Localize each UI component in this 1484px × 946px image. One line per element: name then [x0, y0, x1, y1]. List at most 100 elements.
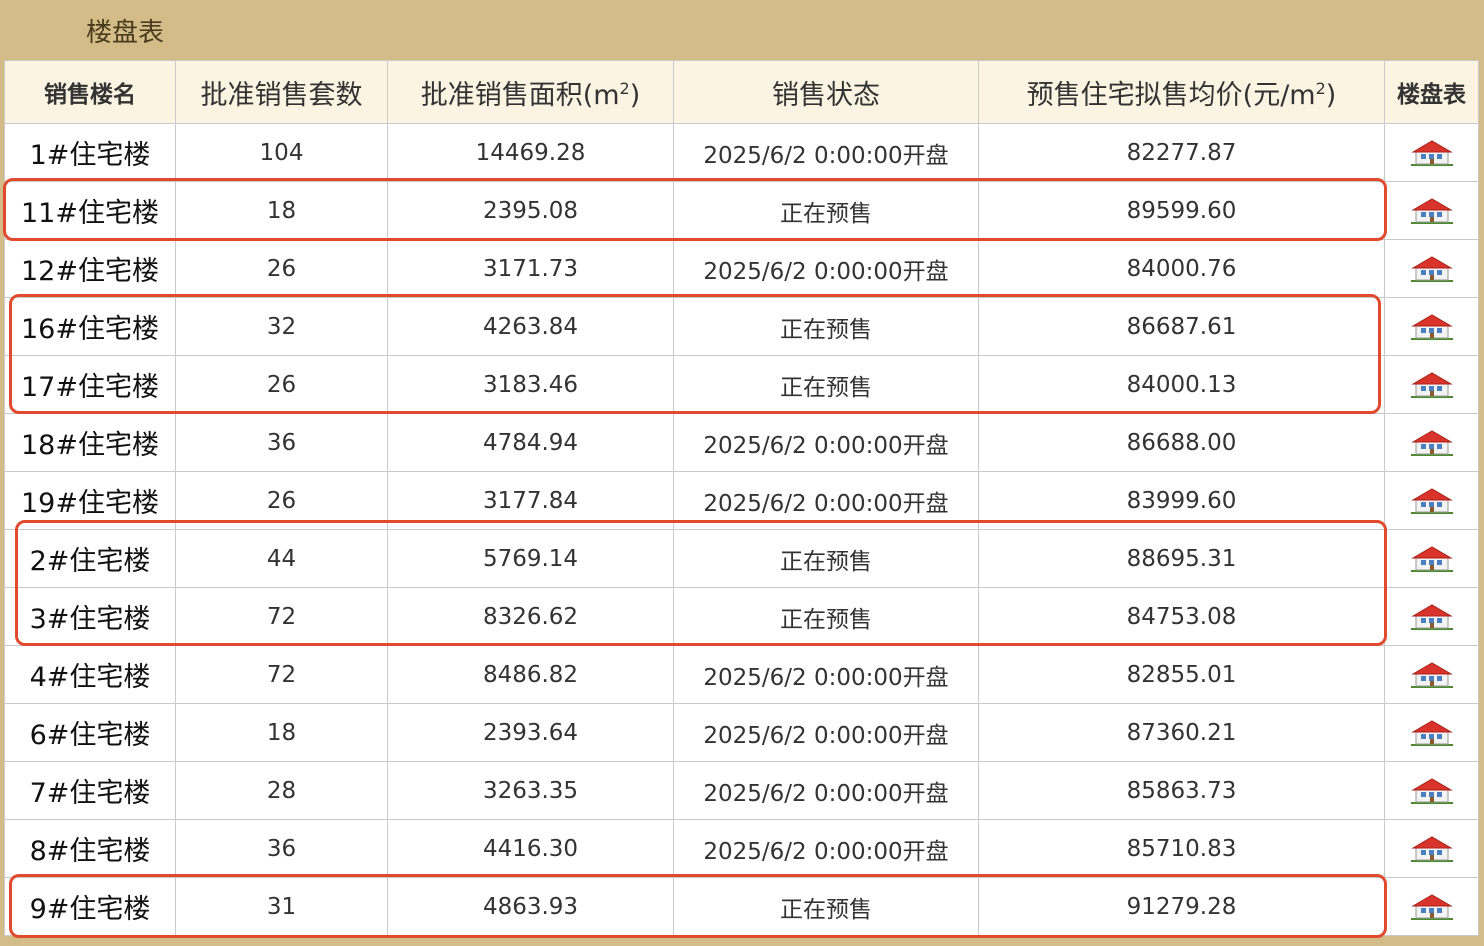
house-icon[interactable] — [1410, 487, 1454, 515]
col-header-price-sup: 2 — [1315, 78, 1326, 98]
house-icon[interactable] — [1410, 545, 1454, 573]
cell-status: 2025/6/2 0:00:00开盘 — [673, 761, 979, 820]
table-row: 3#住宅楼 72 8326.62 正在预售 84753.08 — [4, 587, 1479, 646]
cell-area: 4416.30 — [387, 819, 674, 878]
cell-area: 3263.35 — [387, 761, 674, 820]
cell-price: 84000.76 — [978, 239, 1385, 298]
cell-units: 26 — [175, 471, 388, 530]
cell-price: 82855.01 — [978, 645, 1385, 704]
cell-units: 44 — [175, 529, 388, 588]
cell-status: 正在预售 — [673, 297, 979, 356]
cell-building-name: 12#住宅楼 — [4, 239, 176, 298]
cell-price: 85710.83 — [978, 819, 1385, 878]
cell-price: 88695.31 — [978, 529, 1385, 588]
cell-area: 2395.08 — [387, 181, 674, 240]
house-icon[interactable] — [1410, 371, 1454, 399]
cell-price: 86687.61 — [978, 297, 1385, 356]
cell-building-name: 8#住宅楼 — [4, 819, 176, 878]
house-icon[interactable] — [1410, 255, 1454, 283]
col-header-price-text: 预售住宅拟售均价(元/m — [1026, 79, 1316, 111]
cell-price: 84000.13 — [978, 355, 1385, 414]
cell-floorplan-link[interactable] — [1384, 645, 1479, 704]
house-icon[interactable] — [1410, 139, 1454, 167]
table-row: 16#住宅楼 32 4263.84 正在预售 86687.61 — [4, 297, 1479, 356]
cell-floorplan-link[interactable] — [1384, 703, 1479, 762]
cell-status: 正在预售 — [673, 587, 979, 646]
cell-floorplan-link[interactable] — [1384, 355, 1479, 414]
house-icon[interactable] — [1410, 893, 1454, 921]
cell-floorplan-link[interactable] — [1384, 761, 1479, 820]
cell-status: 2025/6/2 0:00:00开盘 — [673, 703, 979, 762]
house-icon[interactable] — [1410, 429, 1454, 457]
cell-area: 2393.64 — [387, 703, 674, 762]
cell-floorplan-link[interactable] — [1384, 587, 1479, 646]
house-icon[interactable] — [1410, 719, 1454, 747]
cell-area: 3183.46 — [387, 355, 674, 414]
house-icon[interactable] — [1410, 197, 1454, 225]
house-icon[interactable] — [1410, 661, 1454, 689]
cell-floorplan-link[interactable] — [1384, 471, 1479, 530]
cell-status: 2025/6/2 0:00:00开盘 — [673, 819, 979, 878]
cell-status: 正在预售 — [673, 181, 979, 240]
cell-area: 3171.73 — [387, 239, 674, 298]
cell-area: 4784.94 — [387, 413, 674, 472]
col-header-floorplan: 楼盘表 — [1384, 60, 1479, 124]
cell-price: 86688.00 — [978, 413, 1385, 472]
cell-floorplan-link[interactable] — [1384, 181, 1479, 240]
house-icon[interactable] — [1410, 777, 1454, 805]
cell-price: 84753.08 — [978, 587, 1385, 646]
cell-area: 5769.14 — [387, 529, 674, 588]
cell-units: 26 — [175, 355, 388, 414]
col-header-units: 批准销售套数 — [175, 60, 388, 124]
col-header-area-close: ) — [629, 79, 641, 111]
cell-price: 87360.21 — [978, 703, 1385, 762]
table-row: 8#住宅楼 36 4416.30 2025/6/2 0:00:00开盘 85710.83 — [4, 819, 1479, 878]
table-row: 2#住宅楼 44 5769.14 正在预售 88695.31 — [4, 529, 1479, 588]
house-icon[interactable] — [1410, 313, 1454, 341]
cell-units: 36 — [175, 413, 388, 472]
table-row: 12#住宅楼 26 3171.73 2025/6/2 0:00:00开盘 84000.7… — [4, 239, 1479, 298]
table-row: 1#住宅楼 104 14469.28 2025/6/2 0:00:00开盘 82277.… — [4, 123, 1479, 182]
col-header-area: 批准销售面积(m2) — [387, 60, 674, 124]
house-icon[interactable] — [1410, 603, 1454, 631]
cell-area: 8486.82 — [387, 645, 674, 704]
cell-status: 2025/6/2 0:00:00开盘 — [673, 645, 979, 704]
cell-status: 2025/6/2 0:00:00开盘 — [673, 239, 979, 298]
table-header-row: 销售楼名 批准销售套数 批准销售面积(m2) 销售状态 预售住宅拟售均价(元/m… — [4, 60, 1479, 124]
cell-area: 3177.84 — [387, 471, 674, 530]
cell-price: 85863.73 — [978, 761, 1385, 820]
cell-building-name: 17#住宅楼 — [4, 355, 176, 414]
table-row: 4#住宅楼 72 8486.82 2025/6/2 0:00:00开盘 82855.01 — [4, 645, 1479, 704]
cell-units: 26 — [175, 239, 388, 298]
cell-building-name: 19#住宅楼 — [4, 471, 176, 530]
cell-building-name: 18#住宅楼 — [4, 413, 176, 472]
house-icon[interactable] — [1410, 835, 1454, 863]
cell-building-name: 1#住宅楼 — [4, 123, 176, 182]
cell-floorplan-link[interactable] — [1384, 123, 1479, 182]
cell-floorplan-link[interactable] — [1384, 819, 1479, 878]
cell-area: 14469.28 — [387, 123, 674, 182]
cell-units: 31 — [175, 877, 388, 936]
cell-units: 72 — [175, 587, 388, 646]
table-row: 19#住宅楼 26 3177.84 2025/6/2 0:00:00开盘 83999.6… — [4, 471, 1479, 530]
cell-status: 2025/6/2 0:00:00开盘 — [673, 123, 979, 182]
cell-floorplan-link[interactable] — [1384, 239, 1479, 298]
table-row: 6#住宅楼 18 2393.64 2025/6/2 0:00:00开盘 87360.21 — [4, 703, 1479, 762]
cell-floorplan-link[interactable] — [1384, 529, 1479, 588]
cell-building-name: 2#住宅楼 — [4, 529, 176, 588]
cell-status: 2025/6/2 0:00:00开盘 — [673, 413, 979, 472]
table-row: 9#住宅楼 31 4863.93 正在预售 91279.28 — [4, 877, 1479, 936]
table-row: 11#住宅楼 18 2395.08 正在预售 89599.60 — [4, 181, 1479, 240]
cell-units: 18 — [175, 703, 388, 762]
cell-price: 91279.28 — [978, 877, 1385, 936]
cell-floorplan-link[interactable] — [1384, 297, 1479, 356]
cell-price: 82277.87 — [978, 123, 1385, 182]
table-row: 18#住宅楼 36 4784.94 2025/6/2 0:00:00开盘 86688.0… — [4, 413, 1479, 472]
cell-floorplan-link[interactable] — [1384, 877, 1479, 936]
col-header-status: 销售状态 — [673, 60, 979, 124]
cell-status: 正在预售 — [673, 529, 979, 588]
cell-building-name: 6#住宅楼 — [4, 703, 176, 762]
cell-floorplan-link[interactable] — [1384, 413, 1479, 472]
cell-building-name: 7#住宅楼 — [4, 761, 176, 820]
cell-price: 89599.60 — [978, 181, 1385, 240]
